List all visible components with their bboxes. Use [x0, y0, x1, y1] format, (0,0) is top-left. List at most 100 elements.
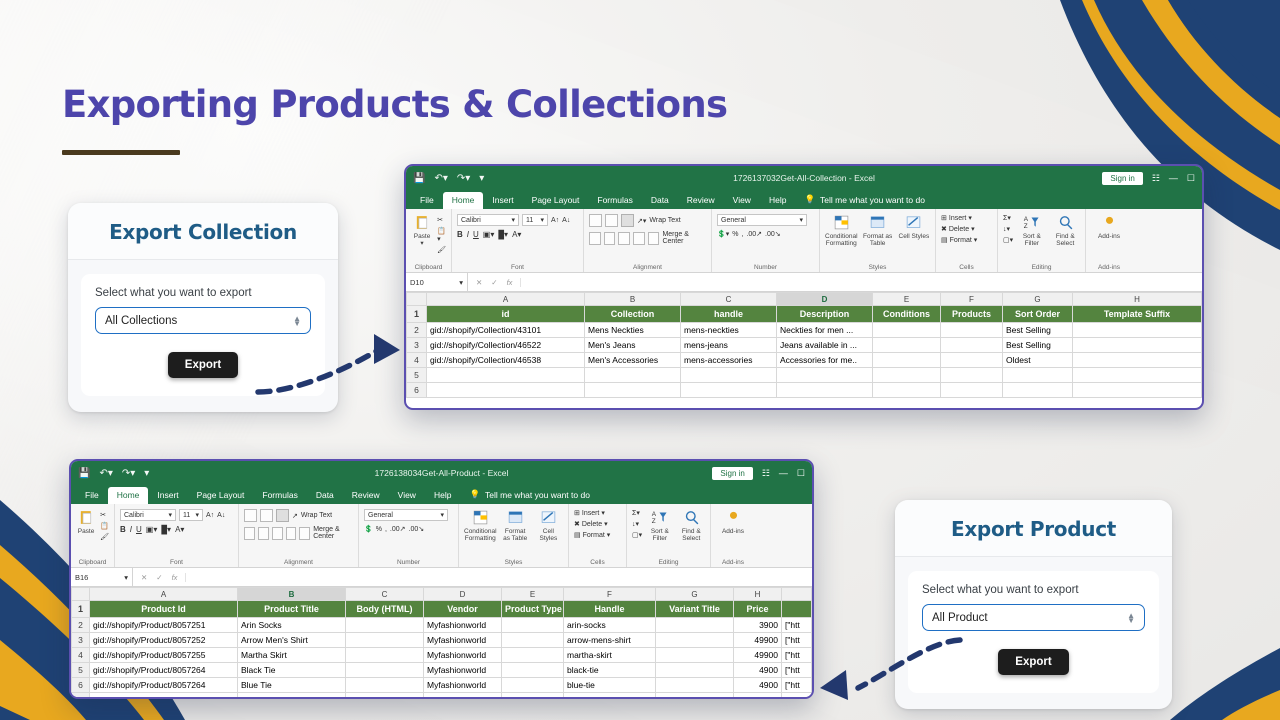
cell[interactable] [940, 352, 1003, 368]
cell[interactable] [655, 632, 734, 648]
column-header-e[interactable]: E [501, 587, 564, 601]
row-header-1[interactable]: 1 [406, 305, 427, 323]
format-cells-button[interactable]: ▤ Format ▾ [941, 236, 977, 245]
minimize-icon[interactable]: — [1169, 173, 1178, 183]
accounting-format-button[interactable]: 💲 [364, 525, 373, 533]
align-center-button[interactable] [603, 231, 616, 245]
tab-page-layout[interactable]: Page Layout [188, 487, 254, 504]
cell[interactable]: arrow-mens-shirt [563, 632, 656, 648]
sign-in-button[interactable]: Sign in [712, 466, 753, 480]
cell[interactable] [345, 692, 424, 697]
cell[interactable]: gid://shopify/Collection/46538 [426, 352, 585, 368]
font-name-select[interactable]: Calibri ▾ [120, 509, 176, 521]
cell[interactable]: gid://shopify/Product/8057252 [89, 632, 238, 648]
cell[interactable]: ["htt [781, 662, 812, 678]
row-header-3[interactable]: 3 [406, 337, 427, 353]
collections-sheet-grid[interactable]: A B C D E F G H 1 id Collection handle D… [406, 292, 1202, 398]
cell[interactable] [501, 617, 564, 633]
sort-filter-button[interactable]: AZ Sort & Filter [646, 509, 673, 543]
customize-qat-icon[interactable]: ▾ [479, 173, 484, 184]
cell[interactable] [776, 382, 873, 398]
orientation-button[interactable]: ↗▾ [637, 217, 646, 225]
formula-bar-buttons[interactable]: ✕ ✓ fx [133, 572, 187, 582]
cell[interactable] [776, 367, 873, 383]
cell[interactable]: Neckties for men ... [776, 322, 873, 338]
sort-filter-button[interactable]: AZ Sort & Filter [1017, 214, 1046, 248]
cut-button[interactable]: ✂ [100, 511, 109, 519]
cell[interactable] [426, 382, 585, 398]
cell[interactable]: Martha Skirt [237, 647, 346, 663]
borders-button[interactable]: ▣▾ [146, 525, 158, 534]
table-row[interactable]: 5 [406, 367, 1202, 383]
decrease-font-size-button[interactable]: A↓ [562, 217, 570, 224]
cell[interactable]: Accessories for me.. [776, 352, 873, 368]
cell[interactable]: Myfashionworld [423, 617, 502, 633]
increase-font-size-button[interactable]: A↑ [206, 512, 214, 519]
export-product-button[interactable]: Export [998, 649, 1069, 675]
comma-style-button[interactable]: , [741, 231, 743, 238]
decrease-indent-button[interactable] [285, 526, 297, 540]
delete-cells-button[interactable]: ✖ Delete ▾ [941, 225, 977, 234]
cell[interactable] [345, 632, 424, 648]
underline-button[interactable]: U [136, 525, 142, 534]
row-header-5[interactable]: 5 [71, 662, 90, 678]
find-select-button[interactable]: Find & Select [678, 509, 705, 543]
table-row[interactable]: 6 [406, 382, 1202, 398]
cell[interactable]: Black Tie [237, 662, 346, 678]
cell[interactable] [872, 337, 941, 353]
cell[interactable]: Best Selling [1002, 337, 1073, 353]
format-painter-button[interactable]: 🖌 [100, 533, 109, 541]
cell[interactable]: Oldest [1002, 352, 1073, 368]
fill-color-button[interactable]: █▾ [161, 525, 171, 534]
column-header-b[interactable]: B [584, 292, 681, 306]
cell[interactable]: red-tie [563, 692, 656, 697]
font-size-select[interactable]: 11 ▾ [522, 214, 548, 226]
row-header-1[interactable]: 1 [71, 600, 90, 618]
font-name-select[interactable]: Calibri ▾ [457, 214, 519, 226]
column-header-i[interactable] [781, 587, 812, 601]
format-as-table-button[interactable]: Format as Table [501, 509, 530, 543]
cell[interactable] [584, 367, 681, 383]
cell[interactable]: Myfashionworld [423, 647, 502, 663]
cell[interactable] [1002, 367, 1073, 383]
tab-file[interactable]: File [76, 487, 108, 504]
align-middle-button[interactable] [260, 509, 273, 522]
tab-formulas[interactable]: Formulas [588, 192, 641, 209]
copy-button[interactable]: 📋 [100, 522, 109, 530]
align-right-button[interactable] [618, 231, 631, 245]
tab-insert[interactable]: Insert [483, 192, 522, 209]
column-header-h[interactable]: H [733, 587, 782, 601]
cell[interactable] [345, 617, 424, 633]
cell[interactable]: gid://shopify/Collection/46522 [426, 337, 585, 353]
cell[interactable] [655, 647, 734, 663]
tab-help[interactable]: Help [760, 192, 795, 209]
tab-home[interactable]: Home [442, 192, 484, 209]
cell[interactable] [1072, 352, 1202, 368]
name-box[interactable]: D10 ▾ [406, 273, 468, 291]
add-ins-button[interactable]: Add-ins [1091, 214, 1127, 240]
cancel-formula-icon[interactable]: ✕ [476, 278, 482, 287]
tab-file[interactable]: File [411, 192, 443, 209]
cell[interactable] [584, 382, 681, 398]
cell[interactable]: ["htt [781, 617, 812, 633]
cell[interactable] [345, 677, 424, 693]
column-header-h[interactable]: H [1072, 292, 1202, 306]
select-all-corner[interactable] [71, 587, 90, 601]
autosum-button[interactable]: Σ▾ [1003, 214, 1013, 222]
underline-button[interactable]: U [473, 230, 479, 239]
increase-font-size-button[interactable]: A↑ [551, 217, 559, 224]
redo-icon[interactable]: ↷▾ [457, 173, 470, 184]
cancel-formula-icon[interactable]: ✕ [141, 573, 147, 582]
cell[interactable]: Best Selling [1002, 322, 1073, 338]
cell[interactable]: Myfashionworld [423, 662, 502, 678]
cell[interactable]: gid://shopify/Product/8057264 [89, 677, 238, 693]
font-size-select[interactable]: 11 ▾ [179, 509, 203, 521]
cell[interactable] [655, 677, 734, 693]
find-select-button[interactable]: Find & Select [1051, 214, 1080, 248]
row-header-5[interactable]: 5 [406, 367, 427, 383]
clear-button[interactable]: ▢▾ [632, 531, 642, 539]
cell[interactable] [872, 352, 941, 368]
number-format-select[interactable]: General ▾ [364, 509, 448, 521]
column-header-c[interactable]: C [345, 587, 424, 601]
fill-button[interactable]: ↓▾ [1003, 225, 1013, 233]
